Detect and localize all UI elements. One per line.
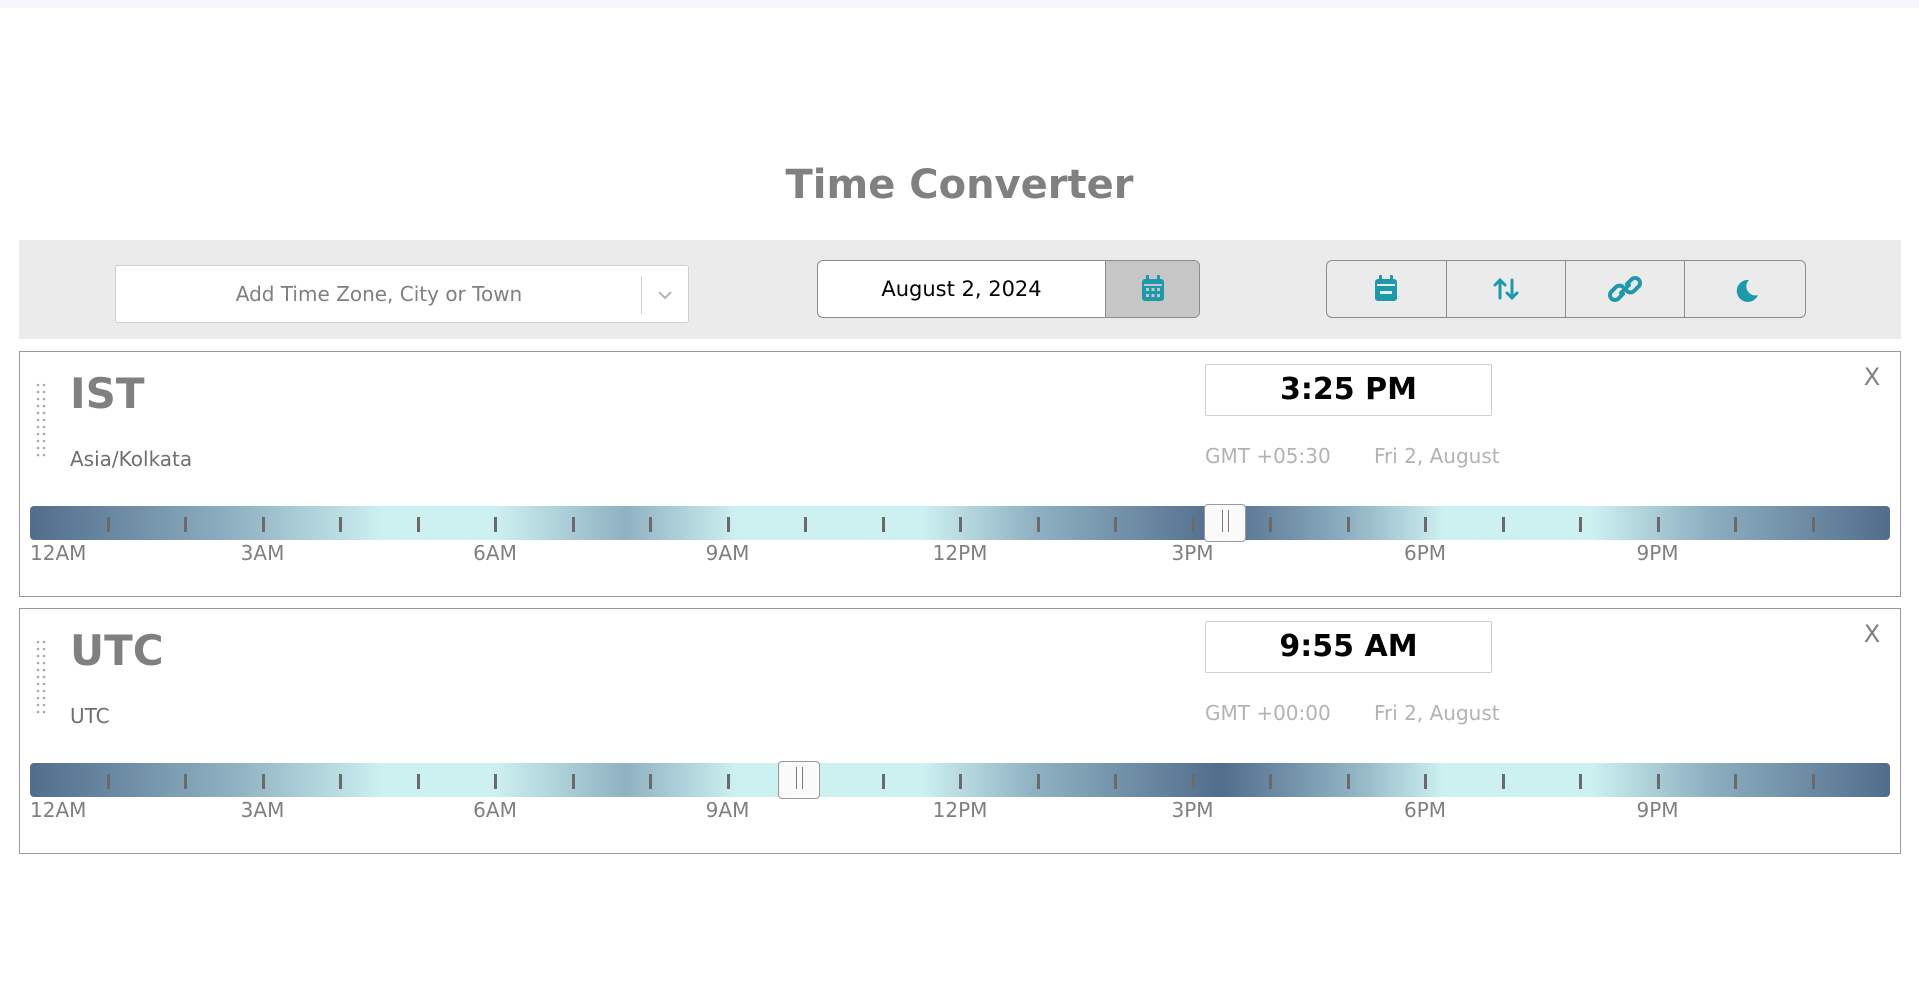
hour-tick (959, 517, 962, 532)
hour-tick (1579, 517, 1582, 532)
drag-handle-icon[interactable] (35, 382, 49, 458)
date-input[interactable]: August 2, 2024 (818, 261, 1105, 317)
hour-tick (1269, 774, 1272, 789)
hour-tick (106, 774, 110, 789)
timezone-card-ist: IST Asia/Kolkata 3:25 PM GMT +05:30 Fri … (19, 351, 1901, 597)
hour-label: 12PM (932, 798, 988, 822)
hour-tick (1191, 517, 1195, 532)
action-buttons (1326, 260, 1806, 318)
hour-label: 9AM (705, 541, 750, 565)
hour-tick (1114, 774, 1117, 789)
chevron-down-icon[interactable] (642, 266, 688, 322)
zone-abbreviation: UTC (70, 626, 164, 675)
hour-ticks (30, 506, 1890, 540)
hour-slider-handle[interactable] (777, 761, 820, 799)
time-input[interactable]: 9:55 AM (1205, 621, 1492, 673)
hour-tick (1424, 517, 1427, 532)
hour-label: 12AM (30, 541, 87, 565)
hour-label: 12AM (30, 798, 87, 822)
hour-tick (1036, 517, 1040, 532)
hour-tick (649, 517, 652, 532)
hour-tick (1269, 517, 1272, 532)
date-picker: August 2, 2024 (817, 260, 1200, 318)
hour-tick (1501, 517, 1505, 532)
hour-label: 3AM (240, 541, 285, 565)
toolbar: Add Time Zone, City or Town August 2, 20… (19, 240, 1901, 339)
hour-tick (726, 517, 730, 532)
hour-label: 12PM (932, 541, 988, 565)
remove-zone-button[interactable]: X (1855, 362, 1889, 392)
hour-tick (649, 774, 652, 789)
hour-tick (1191, 774, 1195, 789)
hour-tick (339, 517, 342, 532)
time-input[interactable]: 3:25 PM (1205, 364, 1492, 416)
hour-tick (416, 774, 420, 789)
hour-tick (184, 517, 187, 532)
hour-tick (1734, 517, 1737, 532)
hour-tick (881, 517, 885, 532)
hour-tick (881, 774, 885, 789)
sort-arrows-icon[interactable] (1446, 261, 1565, 317)
hour-ticks (30, 763, 1890, 797)
hour-tick (1656, 774, 1660, 789)
hour-tick (261, 774, 265, 789)
hour-label: 3AM (240, 798, 285, 822)
hour-label: 9PM (1636, 541, 1679, 565)
hour-label: 6PM (1403, 798, 1447, 822)
hour-tick (571, 774, 575, 789)
zone-date: Fri 2, August (1374, 444, 1500, 468)
hour-tick (1346, 774, 1350, 789)
hour-labels: 12AM 3AM 6AM 9AM 12PM 3PM 6PM 9PM (30, 541, 1890, 571)
hour-slider-handle[interactable] (1204, 504, 1247, 542)
hour-label: 6PM (1403, 541, 1447, 565)
hour-tick (1036, 774, 1040, 789)
hour-tick (1424, 774, 1427, 789)
hour-tick (1656, 517, 1660, 532)
zone-name: UTC (70, 704, 110, 728)
calendar-event-icon[interactable] (1327, 261, 1446, 317)
hour-label: 9AM (705, 798, 750, 822)
hour-tick (339, 774, 342, 789)
timezone-search-select[interactable]: Add Time Zone, City or Town (115, 265, 689, 323)
timezone-card-utc: UTC UTC 9:55 AM GMT +00:00 Fri 2, August… (19, 608, 1901, 854)
zone-abbreviation: IST (70, 369, 145, 418)
calendar-icon[interactable] (1105, 261, 1199, 317)
hour-tick (571, 517, 575, 532)
remove-zone-button[interactable]: X (1855, 619, 1889, 649)
hour-tick (959, 774, 962, 789)
timezone-search-placeholder[interactable]: Add Time Zone, City or Town (116, 266, 642, 324)
hour-tick (804, 517, 807, 532)
hour-labels: 12AM 3AM 6AM 9AM 12PM 3PM 6PM 9PM (30, 798, 1890, 828)
zone-date: Fri 2, August (1374, 701, 1500, 725)
hour-tick (1501, 774, 1505, 789)
gmt-offset: GMT +00:00 (1205, 701, 1331, 725)
hour-tick (1346, 517, 1350, 532)
hour-tick (1811, 517, 1815, 532)
hour-label: 6AM (473, 798, 517, 822)
hour-label: 3PM (1171, 798, 1214, 822)
page-title: Time Converter (785, 162, 1134, 208)
hour-tick (726, 774, 730, 789)
hour-tick (1734, 774, 1737, 789)
hour-tick (1114, 517, 1117, 532)
zone-name: Asia/Kolkata (70, 447, 193, 471)
moon-icon[interactable] (1684, 261, 1803, 317)
top-strip (0, 0, 1919, 8)
drag-handle-icon[interactable] (35, 639, 49, 715)
hour-label: 6AM (473, 541, 517, 565)
hour-label: 3PM (1171, 541, 1214, 565)
hour-tick (1811, 774, 1815, 789)
hour-tick (261, 517, 265, 532)
hour-tick (494, 774, 497, 789)
hour-tick (416, 517, 420, 532)
link-icon[interactable] (1565, 261, 1684, 317)
hour-tick (494, 517, 497, 532)
hour-tick (1579, 774, 1582, 789)
hour-tick (184, 774, 187, 789)
gmt-offset: GMT +05:30 (1205, 444, 1331, 468)
hour-tick (106, 517, 110, 532)
hour-label: 9PM (1636, 798, 1679, 822)
